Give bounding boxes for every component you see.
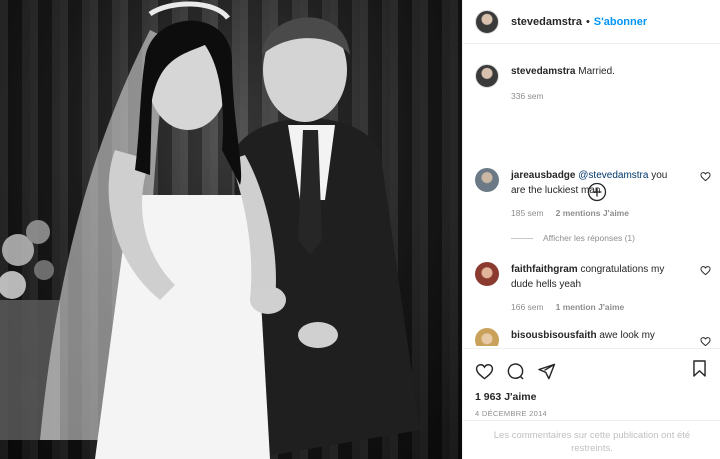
- wedding-couple-illustration: [0, 1, 420, 459]
- action-icons: [475, 359, 709, 383]
- comment-likes[interactable]: 2 mentions J'aime: [556, 206, 629, 221]
- comment-body: faithfaithgram congratulations my dude h…: [511, 262, 683, 315]
- bookmark-icon[interactable]: [690, 359, 709, 378]
- caption-username[interactable]: stevedamstra: [511, 66, 575, 77]
- heart-icon[interactable]: [475, 362, 494, 381]
- post-photo[interactable]: [0, 0, 462, 459]
- avatar[interactable]: [475, 168, 499, 192]
- caption-text: Married.: [578, 66, 615, 77]
- comments-restricted-notice: Les commentaires sur cette publication o…: [463, 420, 720, 459]
- avatar[interactable]: [475, 328, 499, 346]
- comment-body: bisousbisousfaith awe look my: [511, 328, 683, 346]
- comment-meta: 166 sem 1 mention J'aime: [511, 300, 683, 315]
- comment-meta: 185 sem 2 mentions J'aime: [511, 206, 683, 221]
- comment-likes[interactable]: 1 mention J'aime: [556, 300, 625, 315]
- comment-time[interactable]: 185 sem: [511, 206, 544, 221]
- comment-text: awe look my: [599, 330, 655, 341]
- share-icon[interactable]: [537, 362, 556, 381]
- caption-body: stevedamstra Married. 336 sem: [511, 64, 683, 104]
- list-item: bisousbisousfaith awe look my: [463, 328, 720, 346]
- comments-list[interactable]: stevedamstra Married. 336 sem jareausbad…: [463, 58, 720, 346]
- post-side-panel: stevedamstra • S'abonner stevedamstra Ma…: [462, 0, 720, 459]
- post-actions: 1 963 J'aime 4 DÉCEMBRE 2014: [463, 348, 720, 418]
- view-replies-link[interactable]: Afficher les réponses (1): [511, 233, 635, 243]
- caption-meta: 336 sem: [511, 89, 683, 104]
- header-username[interactable]: stevedamstra: [511, 16, 582, 28]
- post-header: stevedamstra • S'abonner: [463, 0, 720, 44]
- heart-icon[interactable]: [700, 171, 711, 182]
- heart-icon[interactable]: [700, 265, 711, 276]
- avatar[interactable]: [475, 9, 499, 34]
- separator-dot: •: [585, 15, 590, 28]
- caption-time[interactable]: 336 sem: [511, 89, 544, 104]
- comment-body: jareausbadge @stevedamstra you are the l…: [511, 168, 683, 221]
- caption: stevedamstra Married. 336 sem: [463, 64, 720, 104]
- comment-username[interactable]: faithfaithgram: [511, 264, 578, 275]
- list-item: jareausbadge @stevedamstra you are the l…: [463, 168, 720, 221]
- comment-mention[interactable]: @stevedamstra: [578, 170, 648, 181]
- avatar[interactable]: [475, 64, 499, 88]
- list-item: faithfaithgram congratulations my dude h…: [463, 262, 720, 315]
- comment-username[interactable]: bisousbisousfaith: [511, 330, 597, 341]
- comment-username[interactable]: jareausbadge: [511, 170, 575, 181]
- avatar[interactable]: [475, 262, 499, 286]
- post-date[interactable]: 4 DÉCEMBRE 2014: [475, 409, 709, 418]
- comment-icon[interactable]: [506, 362, 525, 381]
- follow-button[interactable]: S'abonner: [594, 16, 647, 28]
- likes-count[interactable]: 1 963 J'aime: [475, 391, 709, 403]
- heart-icon[interactable]: [700, 336, 711, 346]
- comment-time[interactable]: 166 sem: [511, 300, 544, 315]
